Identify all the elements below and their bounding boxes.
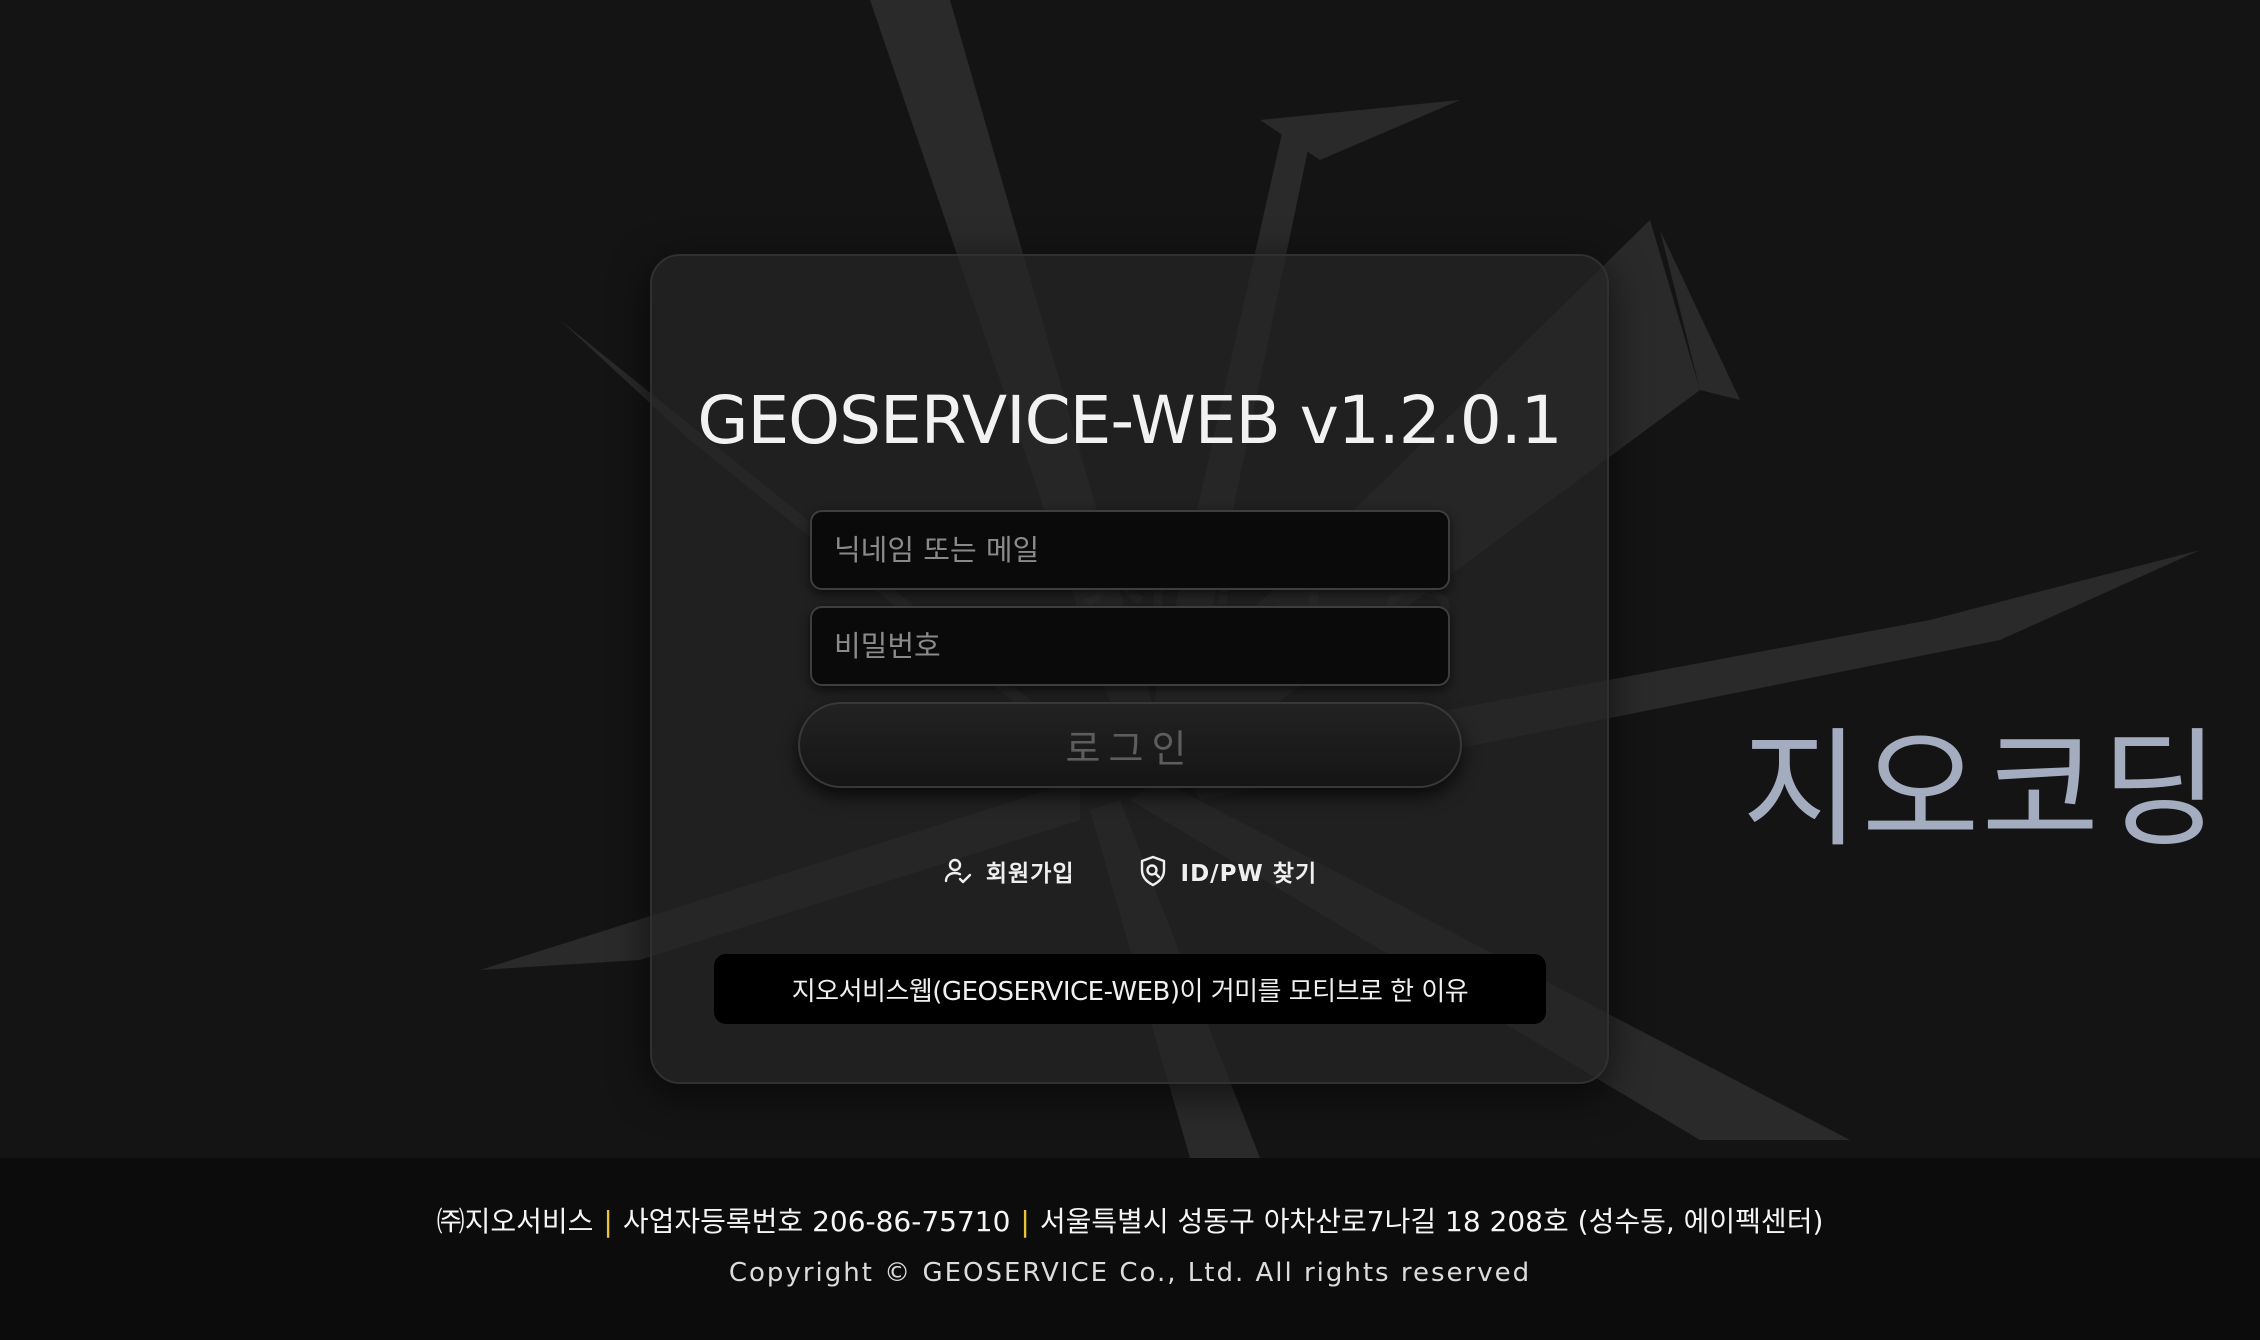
footer-separator: | [603,1205,613,1238]
footer: ㈜지오서비스 | 사업자등록번호 206-86-75710 | 서울특별시 성동구 아차… [0,1158,2260,1340]
login-page: 지오코딩 지오코딩 GEOSERVICE-WEB v1.2.0.1 로그인 회원… [0,0,2260,1340]
footer-separator: | [1020,1205,1030,1238]
signup-label: 회원가입 [985,861,1075,887]
password-input[interactable] [810,606,1450,686]
copyright: Copyright © GEOSERVICE Co., Ltd. All rig… [728,1258,1532,1288]
id-input[interactable] [810,510,1450,590]
shield-search-icon [1137,854,1169,888]
brand-watermark: 지오코딩 [1742,716,2222,865]
info-banner[interactable]: 지오서비스웹(GEOSERVICE-WEB)이 거미를 모티브로 한 이유 [714,954,1546,1024]
footer-company-info: ㈜지오서비스 | 사업자등록번호 206-86-75710 | 서울특별시 성동구 아차… [0,1200,2260,1240]
find-account-link[interactable]: ID/PW 찾기 [1137,854,1318,888]
find-account-label: ID/PW 찾기 [1180,861,1318,887]
company-name: ㈜지오서비스 [436,1205,594,1238]
page-title: GEOSERVICE-WEB v1.2.0.1 [697,382,1562,459]
signup-link[interactable]: 회원가입 [942,854,1075,888]
account-links: 회원가입 ID/PW 찾기 [652,854,1607,888]
login-button[interactable]: 로그인 [798,702,1462,788]
user-check-icon [942,855,974,887]
company-address: 서울특별시 성동구 아차산로7나길 18 208호 (성수동, 에이펙센터) [1039,1205,1824,1238]
business-number: 사업자등록번호 206-86-75710 [622,1205,1011,1238]
login-card: GEOSERVICE-WEB v1.2.0.1 로그인 회원가입 [650,254,1609,1084]
